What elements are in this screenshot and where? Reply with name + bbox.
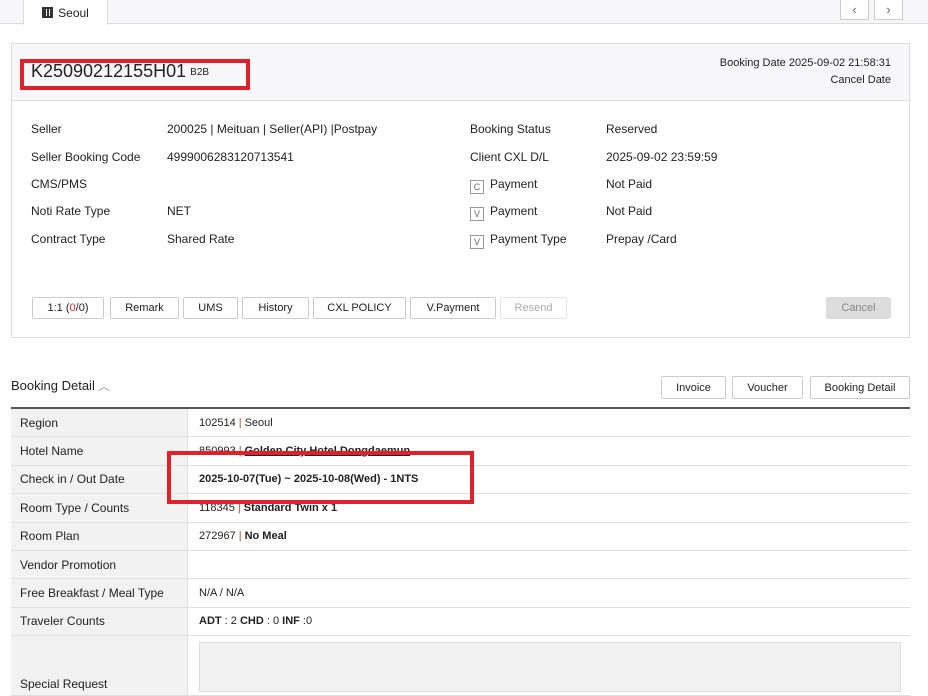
- cms-pms-label: CMS/PMS: [31, 177, 88, 191]
- breakfast-value: N/A / N/A: [199, 587, 245, 600]
- row-label: Room Plan: [11, 522, 188, 550]
- invoice-button[interactable]: Invoice: [661, 376, 726, 399]
- highlight-box: [20, 59, 250, 90]
- table-row: Region 102514 | Seoul: [11, 409, 910, 438]
- total-count: /0): [75, 302, 89, 314]
- v-badge-icon: V: [470, 207, 484, 221]
- chd-value: : 0: [263, 615, 283, 628]
- table-row: Special Request: [11, 636, 910, 696]
- row-label: Traveler Counts: [11, 607, 188, 636]
- inf-value: :0: [299, 615, 313, 628]
- region-code: 102514: [199, 416, 236, 429]
- row-label: Vendor Promotion: [11, 550, 188, 579]
- traveler-counts: ADT : 2 CHD : 0 INF :0: [188, 608, 910, 635]
- seller-booking-code-value: 4999006283120713541: [167, 150, 294, 164]
- c-payment-value: Not Paid: [606, 177, 653, 191]
- v-payment-value: Not Paid: [606, 204, 653, 218]
- region-name: Seoul: [244, 416, 273, 429]
- tab-bar: Seoul ‹ ›: [0, 0, 928, 25]
- inf-label: INF: [282, 615, 300, 628]
- history-button[interactable]: History: [242, 297, 309, 319]
- booking-detail-button[interactable]: Booking Detail: [810, 376, 910, 399]
- highlight-box: [167, 451, 474, 504]
- remark-button[interactable]: Remark: [110, 297, 179, 319]
- room-plan: No Meal: [244, 530, 287, 543]
- client-cxl-value: 2025-09-02 23:59:59: [606, 150, 718, 164]
- contract-type-value: Shared Rate: [167, 232, 235, 246]
- row-label: Check in / Out Date: [11, 465, 188, 494]
- cancel-button[interactable]: Cancel: [826, 297, 891, 319]
- cxl-policy-button[interactable]: CXL POLICY: [313, 297, 406, 319]
- label-text: Payment Type: [490, 232, 567, 246]
- prev-tab-button[interactable]: ‹: [840, 0, 869, 20]
- row-label: Hotel Name: [11, 437, 188, 465]
- label-text: Payment: [490, 177, 538, 191]
- booking-detail-toggle[interactable]: Booking Detail ︿: [11, 378, 109, 394]
- special-request-textarea[interactable]: [199, 642, 901, 693]
- payment-type-label: V Payment Type: [470, 232, 567, 249]
- building-icon: [42, 7, 54, 18]
- row-label: Room Type / Counts: [11, 494, 188, 522]
- label-text: Payment: [490, 204, 538, 218]
- contract-type-label: Contract Type: [31, 232, 106, 246]
- next-tab-button[interactable]: ›: [874, 0, 903, 20]
- chevron-up-icon: ︿: [98, 381, 110, 393]
- seller-booking-code-label: Seller Booking Code: [31, 150, 141, 164]
- section-title: Booking Detail: [11, 378, 95, 393]
- seller-value: 200025 | Meituan | Seller(API) |Postpay: [167, 122, 378, 136]
- adt-label: ADT: [199, 615, 222, 628]
- label: 1:1 (: [47, 302, 70, 314]
- c-badge-icon: C: [470, 180, 484, 194]
- row-label: Region: [11, 409, 188, 437]
- one-to-one-button[interactable]: 1:1 (0/0): [32, 297, 104, 319]
- v-payment-label: V Payment: [470, 204, 537, 221]
- table-row: Room Plan 272967 | No Meal: [11, 522, 910, 551]
- plan-code: 272967: [199, 530, 236, 543]
- client-cxl-label: Client CXL D/L: [470, 150, 549, 164]
- row-label: Special Request: [11, 636, 188, 696]
- table-row: Traveler Counts ADT : 2 CHD : 0 INF :0: [11, 607, 910, 637]
- voucher-button[interactable]: Voucher: [732, 376, 803, 399]
- booking-status-value: Reserved: [606, 122, 658, 136]
- booking-date: Booking Date 2025-09-02 21:58:31: [719, 57, 891, 69]
- v-payment-button[interactable]: V.Payment: [410, 297, 496, 319]
- noti-rate-type-value: NET: [167, 204, 191, 218]
- seller-label: Seller: [31, 122, 62, 136]
- payment-type-value: Prepay /Card: [606, 232, 677, 246]
- v-badge-icon: V: [470, 235, 484, 249]
- table-row: Free Breakfast / Meal Type N/A / N/A: [11, 579, 910, 608]
- booking-status-label: Booking Status: [470, 122, 551, 136]
- ums-button[interactable]: UMS: [183, 297, 238, 319]
- table-row: Vendor Promotion: [11, 550, 910, 580]
- c-payment-label: C Payment: [470, 177, 537, 194]
- row-label: Free Breakfast / Meal Type: [11, 579, 188, 607]
- cancel-date: Cancel Date: [830, 74, 891, 86]
- chd-label: CHD: [239, 615, 264, 628]
- adt-value: : 2: [221, 615, 240, 628]
- tab-seoul[interactable]: Seoul: [23, 0, 108, 25]
- noti-rate-type-label: Noti Rate Type: [31, 204, 111, 218]
- resend-button[interactable]: Resend: [500, 297, 567, 319]
- tab-label: Seoul: [58, 5, 89, 20]
